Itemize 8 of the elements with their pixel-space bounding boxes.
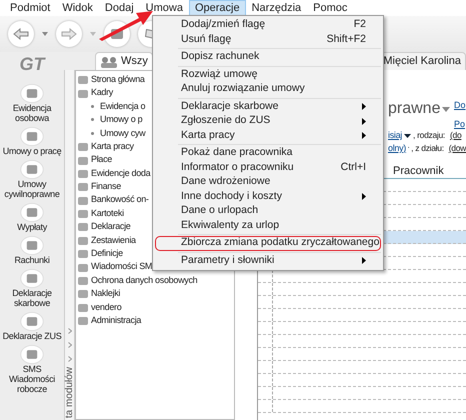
page-heading: prawne (388, 99, 440, 119)
shortcut: Shift+F2 (326, 32, 366, 47)
filter-label: , rodzaju: (413, 129, 445, 142)
logo: GT (20, 54, 44, 74)
filter-label: , z działu: (411, 142, 444, 155)
shortcut: Ctrl+I (340, 160, 366, 175)
strip-label: ta modułów (63, 366, 76, 418)
shortcut: F2 (354, 17, 366, 32)
